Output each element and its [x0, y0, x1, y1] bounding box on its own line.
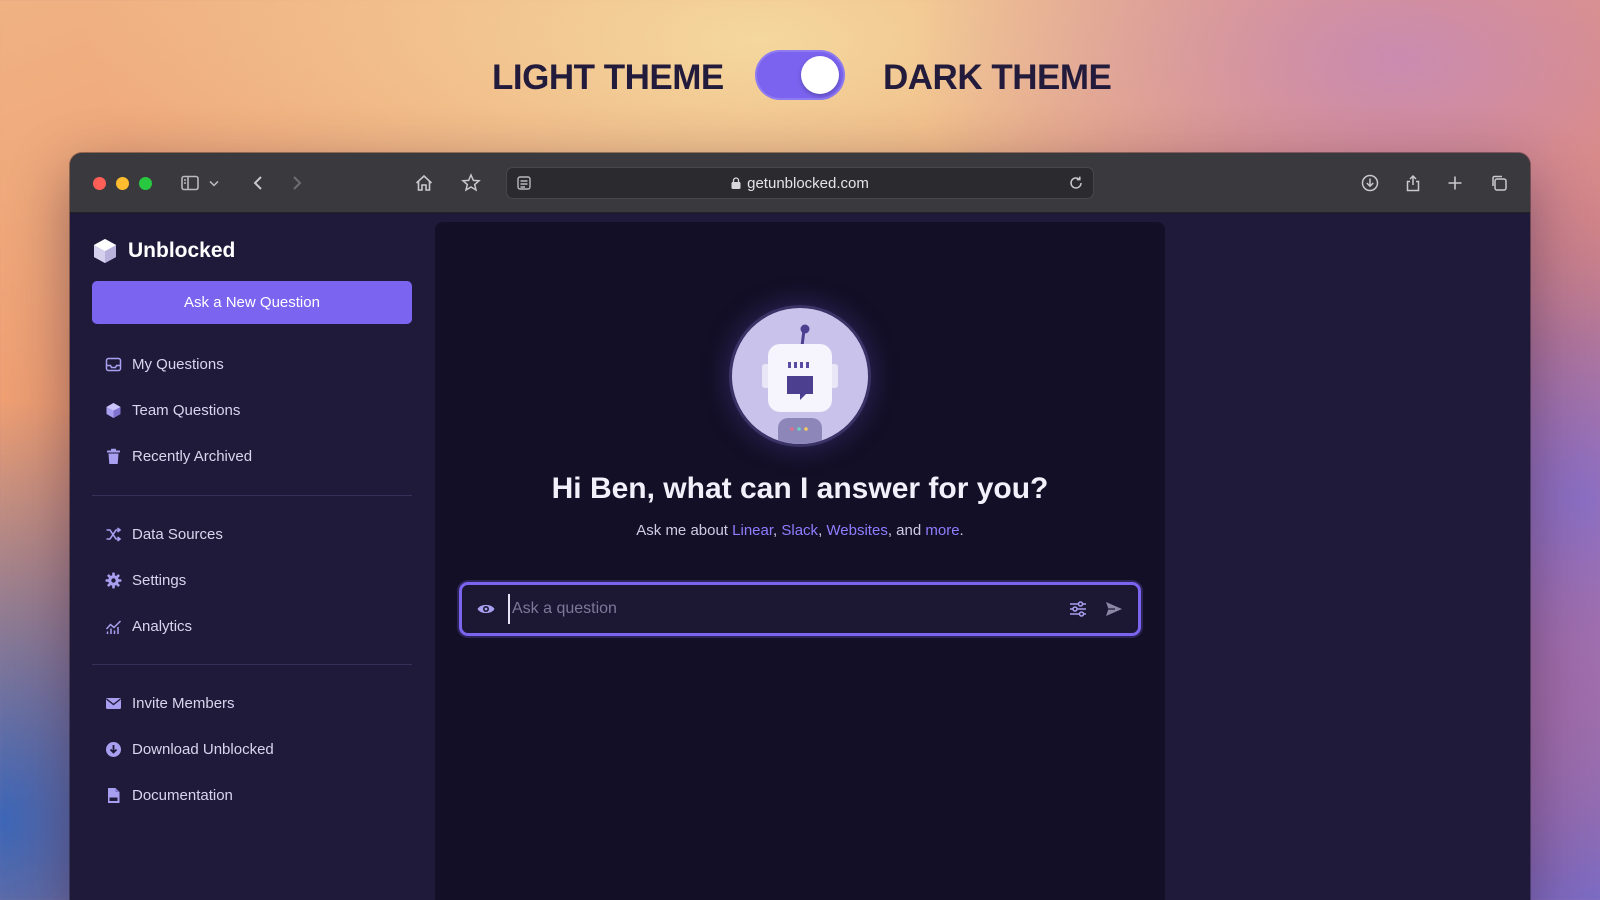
dark-theme-label[interactable]: DARK THEME [883, 58, 1112, 98]
send-icon[interactable] [1104, 599, 1124, 619]
sidebar-item-label: Invite Members [132, 694, 235, 712]
gear-icon [105, 572, 122, 589]
question-input[interactable] [508, 594, 1048, 624]
sidebar-item-my-questions[interactable]: My Questions [92, 341, 412, 387]
new-tab-icon[interactable] [1441, 169, 1469, 197]
source-hint: Ask me about Linear, Slack, Websites, an… [435, 522, 1165, 539]
close-window-button[interactable] [93, 177, 106, 190]
lock-icon [731, 177, 741, 189]
sidebar-item-analytics[interactable]: Analytics [92, 603, 412, 649]
sidebar-item-download-unblocked[interactable]: Download Unblocked [92, 726, 412, 772]
sidebar-item-team-questions[interactable]: Team Questions [92, 387, 412, 433]
ask-new-question-button[interactable]: Ask a New Question [92, 281, 412, 324]
robot-avatar [732, 308, 868, 444]
forward-icon[interactable] [283, 169, 311, 197]
toggle-knob [801, 56, 839, 94]
hint-prefix: Ask me about [636, 522, 733, 539]
sidebar-item-data-sources[interactable]: Data Sources [92, 511, 412, 557]
sidebar-item-documentation[interactable]: Documentation [92, 772, 412, 818]
tabs-overview-icon[interactable] [1485, 169, 1513, 197]
address-bar[interactable]: getunblocked.com [506, 167, 1094, 199]
sidebar-item-label: Settings [132, 571, 187, 589]
sidebar-divider [92, 664, 412, 665]
minimize-window-button[interactable] [116, 177, 129, 190]
chevron-down-icon[interactable] [206, 169, 222, 197]
sidebar-item-label: Analytics [132, 617, 193, 635]
shuffle-icon [105, 526, 122, 543]
unblocked-app: Unblocked Ask a New Question My Question… [70, 214, 1530, 900]
download-circle-icon [105, 741, 122, 758]
link-websites[interactable]: Websites [826, 522, 887, 539]
question-box [459, 582, 1141, 636]
sidebar-item-invite-members[interactable]: Invite Members [92, 680, 412, 726]
sidebar: Unblocked Ask a New Question My Question… [70, 214, 426, 900]
download-icon[interactable] [1356, 169, 1384, 197]
robot-icon [762, 324, 838, 444]
link-more[interactable]: more [925, 522, 959, 539]
back-icon[interactable] [244, 169, 272, 197]
theme-toggle[interactable] [755, 50, 845, 100]
brand-name: Unblocked [128, 239, 236, 262]
trash-icon [105, 448, 122, 465]
home-icon[interactable] [410, 169, 438, 197]
sidebar-item-settings[interactable]: Settings [92, 557, 412, 603]
sidebar-icon[interactable] [176, 169, 204, 197]
document-icon [105, 787, 122, 804]
sidebar-item-label: Download Unblocked [132, 740, 274, 758]
hint-separator: , and [887, 522, 926, 539]
star-icon[interactable] [457, 169, 485, 197]
brand[interactable]: Unblocked [92, 236, 235, 266]
nav-group-questions: My Questions Team Questions Recently Arc… [92, 341, 412, 479]
inbox-icon [105, 356, 122, 373]
sidebar-divider [92, 495, 412, 496]
unblocked-logo-icon [94, 239, 116, 263]
sidebar-item-label: My Questions [132, 355, 224, 373]
zoom-window-button[interactable] [139, 177, 152, 190]
filter-settings-icon[interactable] [1068, 599, 1088, 619]
mail-icon [105, 695, 122, 712]
sidebar-item-label: Team Questions [132, 401, 241, 419]
eye-icon[interactable] [476, 599, 496, 619]
sidebar-item-label: Recently Archived [132, 447, 253, 465]
share-icon[interactable] [1399, 169, 1427, 197]
url-text: getunblocked.com [747, 175, 869, 192]
browser-window: getunblocked.com Unblocked Ask a New Que… [70, 153, 1530, 900]
hint-suffix: . [959, 522, 964, 539]
link-slack[interactable]: Slack [781, 522, 818, 539]
chart-icon [105, 618, 122, 635]
link-linear[interactable]: Linear [732, 522, 773, 539]
reload-icon[interactable] [1067, 174, 1085, 192]
main-panel: Hi Ben, what can I answer for you? Ask m… [435, 222, 1165, 900]
cube-icon [105, 402, 122, 419]
sidebar-item-label: Documentation [132, 786, 233, 804]
sidebar-item-recently-archived[interactable]: Recently Archived [92, 433, 412, 479]
browser-toolbar: getunblocked.com [70, 153, 1530, 213]
nav-group-resources: Invite Members Download Unblocked Docume… [92, 680, 412, 818]
sidebar-item-label: Data Sources [132, 525, 223, 543]
light-theme-label[interactable]: LIGHT THEME [492, 58, 724, 98]
theme-switcher: LIGHT THEME DARK THEME [0, 50, 1600, 106]
greeting-heading: Hi Ben, what can I answer for you? [551, 472, 1049, 505]
nav-group-admin: Data Sources Settings Analytics [92, 511, 412, 649]
